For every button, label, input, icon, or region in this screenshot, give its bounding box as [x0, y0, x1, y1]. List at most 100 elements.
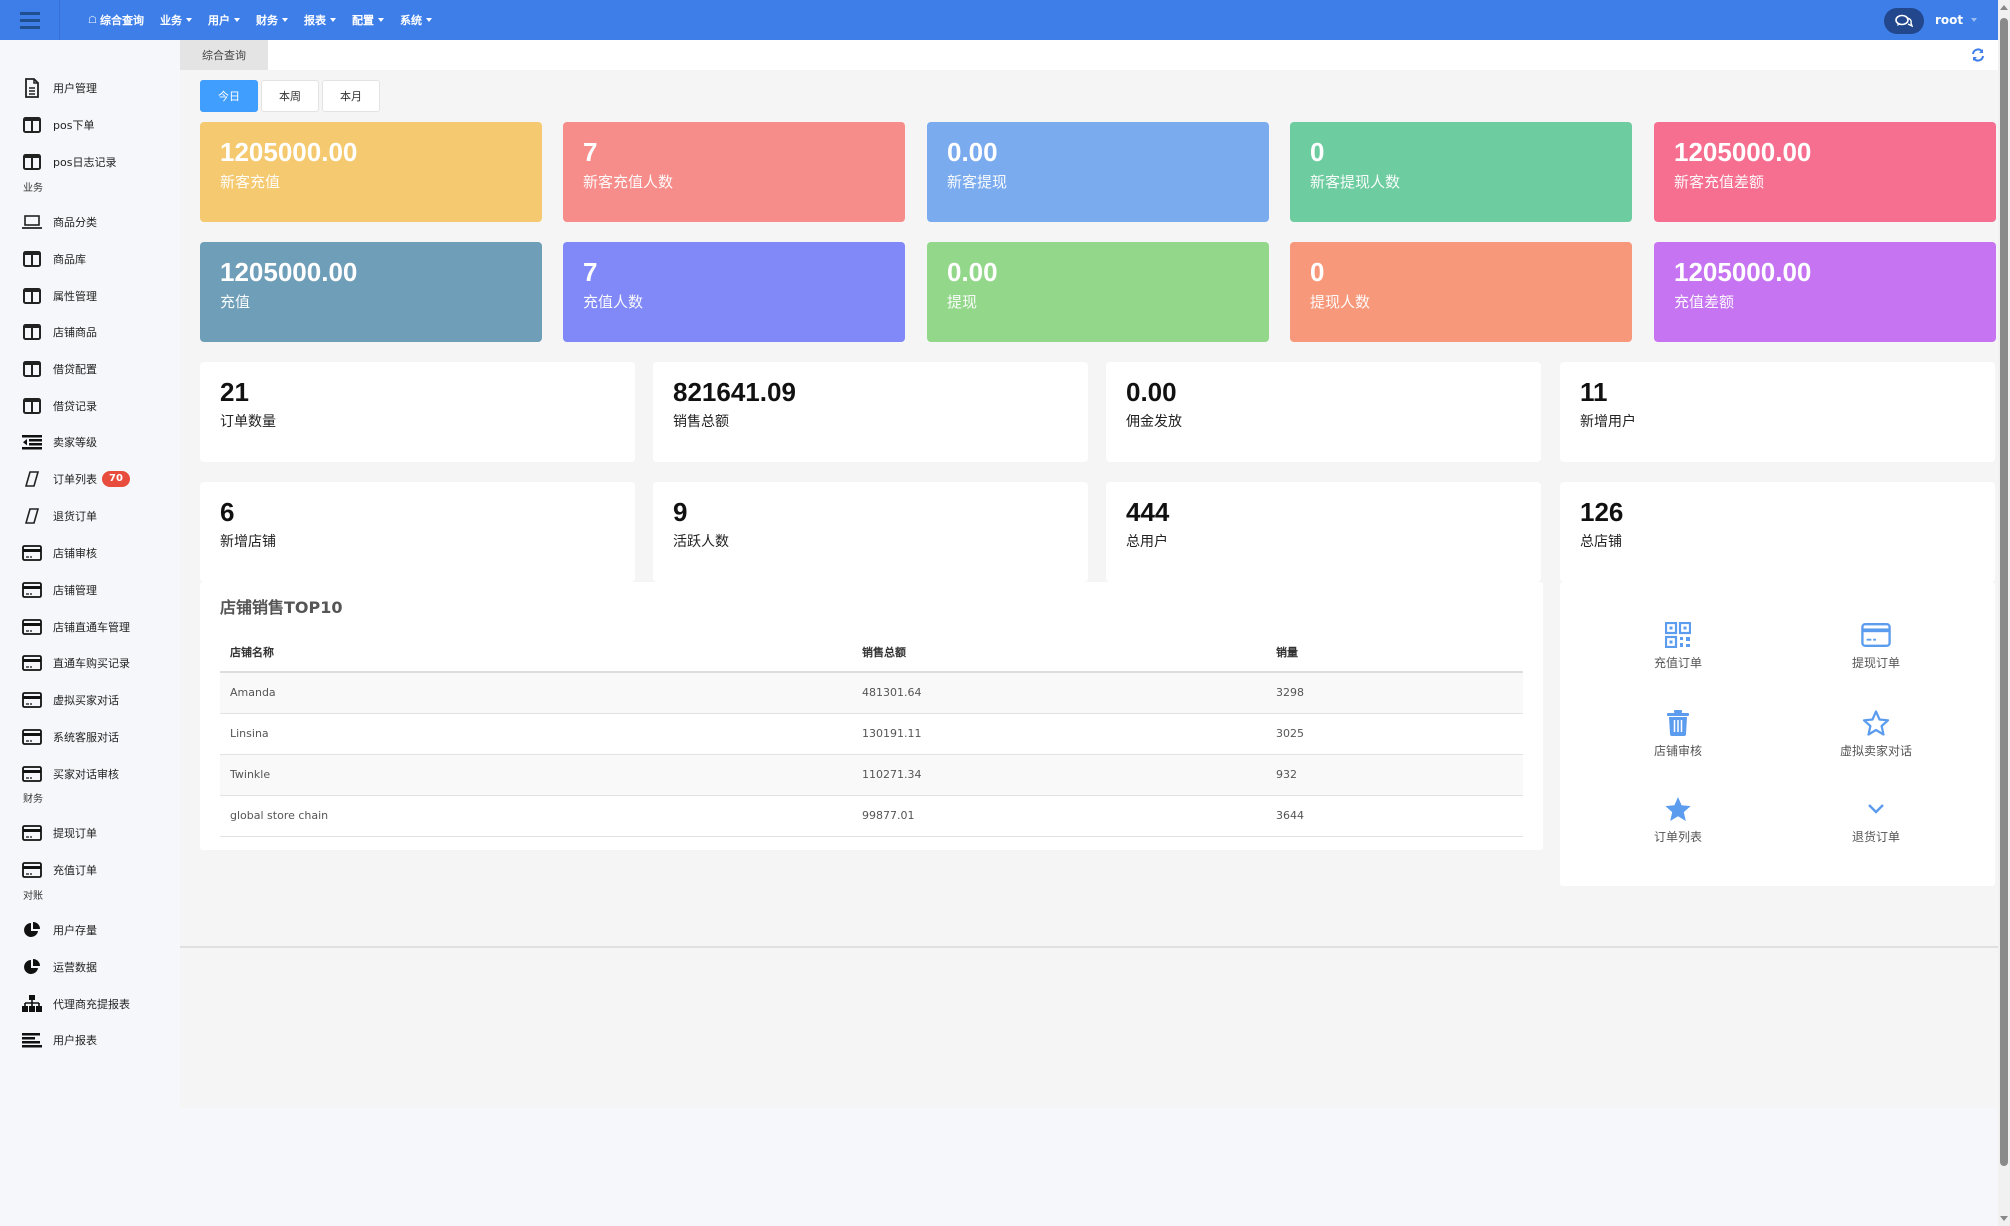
scroll-thumb[interactable]	[2000, 18, 2008, 1166]
quick-link-label: 店铺审核	[1653, 744, 1702, 758]
columns-icon	[21, 286, 43, 306]
sidebar-item[interactable]: 退货订单	[0, 502, 180, 530]
sidebar-item[interactable]: 用户管理	[0, 74, 180, 102]
stat-label: 充值差额	[1674, 293, 1735, 311]
quick-link[interactable]: 店铺审核	[1598, 708, 1758, 778]
comments-icon	[1895, 14, 1913, 28]
nav-item-reports[interactable]: 报表	[296, 12, 344, 28]
sidebar-item-label: 充值订单	[53, 864, 97, 877]
sidebar-item[interactable]: 买家对话审核	[0, 760, 180, 788]
sidebar-item[interactable]: pos日志记录	[0, 148, 180, 176]
sidebar-toggle-button[interactable]	[0, 0, 60, 40]
quick-link[interactable]: 退货订单	[1796, 794, 1956, 864]
stat-card: 1205000.00 新客充值差额	[1654, 122, 1996, 222]
columns-icon	[21, 115, 43, 135]
sidebar-item[interactable]: 商品库	[0, 245, 180, 273]
sidebar-item[interactable]: 运营数据	[0, 953, 180, 981]
username: root	[1935, 13, 1964, 27]
cell-sales-total: 130191.11	[852, 713, 1266, 755]
credit-card-icon	[21, 690, 43, 710]
sidebar-item-label: 用户存量	[53, 924, 97, 937]
sidebar-item[interactable]: 店铺直通车管理	[0, 613, 180, 641]
trash-icon	[1663, 708, 1693, 738]
cell-sales-total: 110271.34	[852, 754, 1266, 796]
quick-link[interactable]: 充值订单	[1598, 620, 1758, 690]
quick-link[interactable]: 订单列表	[1598, 794, 1758, 864]
summary-card: 0.00 佣金发放	[1106, 362, 1541, 462]
star-outline-icon	[1861, 708, 1891, 738]
sidebar-item[interactable]: 订单列表 70	[0, 465, 180, 493]
cell-sales-qty: 3644	[1266, 795, 1523, 837]
columns-icon	[21, 249, 43, 269]
tab-overview[interactable]: 综合查询	[180, 40, 268, 70]
nav-item-finance[interactable]: 财务	[248, 12, 296, 28]
sidebar-item[interactable]: 代理商充提报表	[0, 990, 180, 1018]
chat-button[interactable]	[1884, 8, 1924, 34]
summary-value: 444	[1126, 497, 1170, 527]
sidebar-item[interactable]: 充值订单	[0, 856, 180, 884]
nav-item-config[interactable]: 配置	[344, 12, 392, 28]
sidebar-item[interactable]: 虚拟买家对话	[0, 686, 180, 714]
summary-card: 126 总店铺	[1560, 482, 1995, 582]
sidebar-item[interactable]: 系统客服对话	[0, 723, 180, 751]
sidebar-item-label: 属性管理	[53, 290, 97, 303]
range-today-button[interactable]: 今日	[200, 80, 258, 112]
quick-links-panel: 充值订单 提现订单店铺审核 虚拟卖家对话 订单列表 退货订单	[1560, 582, 1995, 886]
col-store-name: 店铺名称	[220, 632, 852, 673]
stat-value: 1205000.00	[220, 257, 358, 287]
col-sales-qty: 销量	[1266, 632, 1523, 673]
indent-icon	[21, 432, 43, 452]
sidebar-section-label: 对账	[23, 891, 43, 902]
credit-card-icon	[21, 653, 43, 673]
sidebar-item[interactable]: 店铺审核	[0, 539, 180, 567]
parallelogram-icon	[21, 469, 43, 489]
credit-card-icon	[1861, 620, 1891, 650]
sidebar-item[interactable]: 用户报表	[0, 1026, 180, 1054]
quick-link[interactable]: 提现订单	[1796, 620, 1956, 690]
nav-item-overview[interactable]: ☖ 综合查询	[80, 12, 152, 28]
page-scrollbar[interactable]	[1998, 0, 2010, 1226]
top-stores-table: 店铺名称 销售总额 销量 Amanda 481301.64 3298 Linsina 1…	[220, 632, 1523, 837]
nav-item-business[interactable]: 业务	[152, 12, 200, 28]
stat-value: 1205000.00	[220, 137, 358, 167]
table-row: Linsina 130191.11 3025	[220, 713, 1523, 755]
nav-label: 系统	[399, 14, 422, 27]
quick-link[interactable]: 虚拟卖家对话	[1796, 708, 1956, 778]
sidebar-item[interactable]: 店铺管理	[0, 576, 180, 604]
scroll-down-arrow[interactable]	[2000, 1216, 2008, 1221]
top-navbar: ☖ 综合查询 业务 用户 财务 报表 配置 系统 root	[0, 0, 1998, 40]
sidebar-item[interactable]: 属性管理	[0, 282, 180, 310]
sidebar-item[interactable]: 直通车购买记录	[0, 649, 180, 677]
nav-label: 报表	[303, 14, 326, 27]
range-month-button[interactable]: 本月	[322, 80, 380, 112]
caret-down-icon	[281, 18, 288, 22]
nav-item-system[interactable]: 系统	[392, 12, 440, 28]
nav-item-users[interactable]: 用户	[200, 12, 248, 28]
sidebar-item[interactable]: pos下单	[0, 111, 180, 139]
sidebar-item[interactable]: 店铺商品	[0, 318, 180, 346]
scroll-up-arrow[interactable]	[2000, 5, 2008, 10]
summary-value: 6	[220, 497, 235, 527]
sidebar-item[interactable]: 卖家等级	[0, 428, 180, 456]
caret-down-icon	[233, 18, 240, 22]
summary-label: 佣金发放	[1126, 414, 1182, 430]
sidebar-item[interactable]: 商品分类	[0, 208, 180, 236]
stat-label: 新客充值人数	[583, 173, 674, 191]
home-icon: ☖	[88, 14, 97, 26]
user-menu[interactable]: root	[1935, 0, 1978, 40]
sidebar-item[interactable]: 借贷记录	[0, 392, 180, 420]
sidebar-item-label: pos下单	[53, 119, 95, 132]
sidebar-item[interactable]: 提现订单	[0, 819, 180, 847]
range-week-button[interactable]: 本周	[261, 80, 319, 112]
sidebar-item[interactable]: 借贷配置	[0, 355, 180, 383]
summary-value: 821641.09	[673, 377, 796, 407]
sidebar-item-label: 店铺管理	[53, 584, 97, 597]
refresh-icon[interactable]	[1970, 47, 1986, 63]
stat-label: 新客充值	[220, 173, 281, 191]
cell-store-name: Amanda	[220, 672, 852, 714]
sidebar-item[interactable]: 用户存量	[0, 916, 180, 944]
sidebar-item-label: 买家对话审核	[53, 768, 119, 781]
stat-value: 7	[583, 257, 598, 287]
summary-card: 821641.09 销售总额	[653, 362, 1088, 462]
pie-chart-icon	[21, 920, 43, 940]
